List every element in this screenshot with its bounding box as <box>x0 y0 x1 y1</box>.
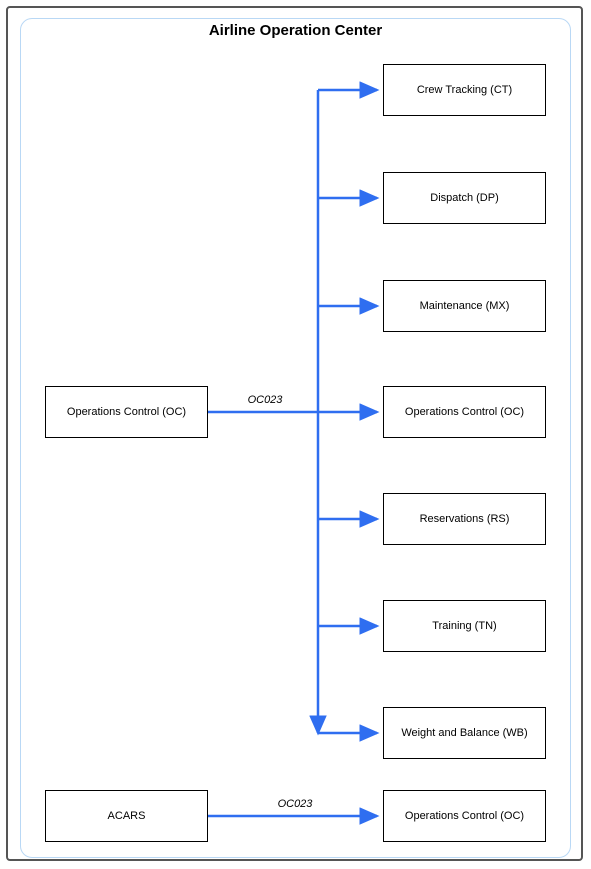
box-label: Operations Control (OC) <box>67 406 186 418</box>
box-reservations: Reservations (RS) <box>383 493 546 545</box>
edge-label-bottom: OC023 <box>265 798 325 810</box>
box-maintenance: Maintenance (MX) <box>383 280 546 332</box>
box-label: ACARS <box>108 810 146 822</box>
box-label: Reservations (RS) <box>420 513 510 525</box>
box-weight-balance: Weight and Balance (WB) <box>383 707 546 759</box>
box-training: Training (TN) <box>383 600 546 652</box>
box-dispatch: Dispatch (DP) <box>383 172 546 224</box>
box-operations-control-bottom: Operations Control (OC) <box>383 790 546 842</box>
box-label: Operations Control (OC) <box>405 406 524 418</box>
edge-label-top: OC023 <box>235 394 295 406</box>
box-label: Maintenance (MX) <box>420 300 510 312</box>
box-label: Crew Tracking (CT) <box>417 84 512 96</box>
box-label: Operations Control (OC) <box>405 810 524 822</box>
box-label: Dispatch (DP) <box>430 192 498 204</box>
box-acars: ACARS <box>45 790 208 842</box>
box-label: Training (TN) <box>432 620 496 632</box>
box-label: Weight and Balance (WB) <box>401 727 527 739</box>
box-crew-tracking: Crew Tracking (CT) <box>383 64 546 116</box>
box-operations-control-source: Operations Control (OC) <box>45 386 208 438</box>
box-operations-control-target: Operations Control (OC) <box>383 386 546 438</box>
diagram-title: Airline Operation Center <box>0 22 591 39</box>
